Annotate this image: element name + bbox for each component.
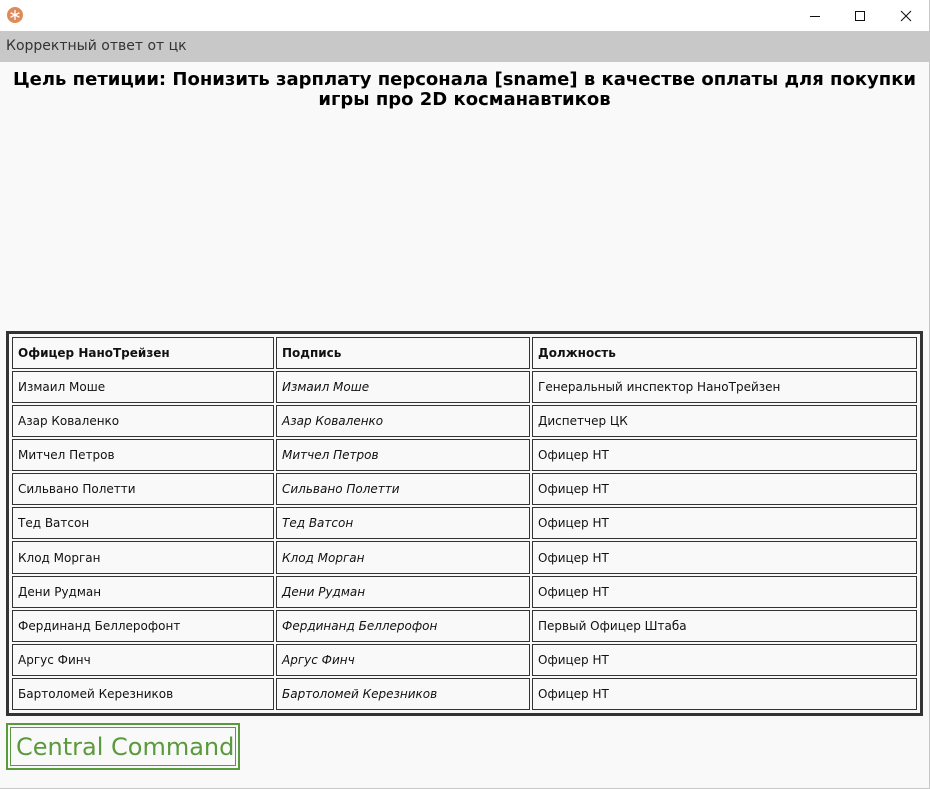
signature-cell: Аргус Финч — [276, 643, 530, 676]
officer-name-cell: Бартоломей Керезников — [12, 677, 274, 710]
signature-cell: Митчел Петров — [276, 439, 530, 472]
app-window: Корректный ответ от цк Цель петиции: Пон… — [0, 0, 930, 789]
column-header-position: Должность — [532, 337, 917, 370]
maximize-icon — [855, 10, 865, 21]
officer-name-cell: Азар Коваленко — [12, 405, 274, 438]
central-command-label: Central Command — [10, 727, 236, 766]
table-row: Измаил Моше Измаил Моше Генеральный инспек… — [12, 371, 917, 404]
maximize-button[interactable] — [837, 0, 883, 31]
column-header-signature: Подпись — [276, 337, 530, 370]
officer-name-cell: Аргус Финч — [12, 643, 274, 676]
signature-cell: Измаил Моше — [276, 371, 530, 404]
signature-cell: Сильвано Полетти — [276, 473, 530, 506]
officer-name-cell: Фердинанд Беллерофонт — [12, 609, 274, 642]
app-logo-icon — [7, 7, 23, 23]
table-row: Дени Рудман Дени Рудман Офицер НТ — [12, 575, 917, 608]
position-cell: Диспетчер ЦК — [532, 405, 917, 438]
table-row: Сильвано Полетти Сильвано Полетти Офицер Н… — [12, 473, 917, 506]
position-cell: Офицер НТ — [532, 541, 917, 574]
position-cell: Генеральный инспектор НаноТрейзен — [532, 371, 917, 404]
table-row: Митчел Петров Митчел Петров Офицер НТ — [12, 439, 917, 472]
petition-title: Цель петиции: Понизить зарплату персонал… — [12, 69, 917, 110]
officer-name-cell: Тед Ватсон — [12, 507, 274, 540]
position-cell: Офицер НТ — [532, 677, 917, 710]
table-row: Тед Ватсон Тед Ватсон Офицер НТ — [12, 507, 917, 540]
position-cell: Офицер НТ — [532, 507, 917, 540]
signature-cell: Азар Коваленко — [276, 405, 530, 438]
table-row: Аргус Финч Аргус Финч Офицер НТ — [12, 643, 917, 676]
officer-name-cell: Дени Рудман — [12, 575, 274, 608]
column-header-officer: Офицер НаноТрейзен — [12, 337, 274, 370]
title-bar[interactable] — [0, 0, 929, 31]
signatures-table-frame: Офицер НаноТрейзен Подпись Должность Изм… — [6, 331, 923, 716]
table-row: Азар Коваленко Азар Коваленко Диспетчер ЦК — [12, 405, 917, 438]
position-cell: Офицер НТ — [532, 643, 917, 676]
minimize-button[interactable] — [792, 0, 838, 31]
table-header-row: Офицер НаноТрейзен Подпись Должность — [12, 337, 917, 370]
close-icon — [900, 10, 912, 21]
table-row: Фердинанд Беллерофонт Фердинанд Беллерофо… — [12, 609, 917, 642]
position-cell: Офицер НТ — [532, 439, 917, 472]
signature-cell: Фердинанд Беллерофон — [276, 609, 530, 642]
close-button[interactable] — [883, 0, 929, 31]
table-row: Клод Морган Клод Морган Офицер НТ — [12, 541, 917, 574]
signature-cell: Клод Морган — [276, 541, 530, 574]
position-cell: Офицер НТ — [532, 473, 917, 506]
central-command-stamp: Central Command — [6, 723, 240, 770]
officer-name-cell: Митчел Петров — [12, 439, 274, 472]
officer-name-cell: Клод Морган — [12, 541, 274, 574]
officer-name-cell: Сильвано Полетти — [12, 473, 274, 506]
position-cell: Первый Офицер Штаба — [532, 609, 917, 642]
officer-name-cell: Измаил Моше — [12, 371, 274, 404]
table-row: Бартоломей Керезников Бартоломей Керезник… — [12, 677, 917, 710]
window-header: Корректный ответ от цк — [0, 31, 929, 62]
signatures-table: Офицер НаноТрейзен Подпись Должность Изм… — [10, 335, 919, 712]
document-content: Цель петиции: Понизить зарплату персонал… — [0, 62, 929, 788]
minimize-icon — [810, 15, 820, 17]
position-cell: Офицер НТ — [532, 575, 917, 608]
signature-cell: Дени Рудман — [276, 575, 530, 608]
signature-cell: Бартоломей Керезников — [276, 677, 530, 710]
signature-cell: Тед Ватсон — [276, 507, 530, 540]
